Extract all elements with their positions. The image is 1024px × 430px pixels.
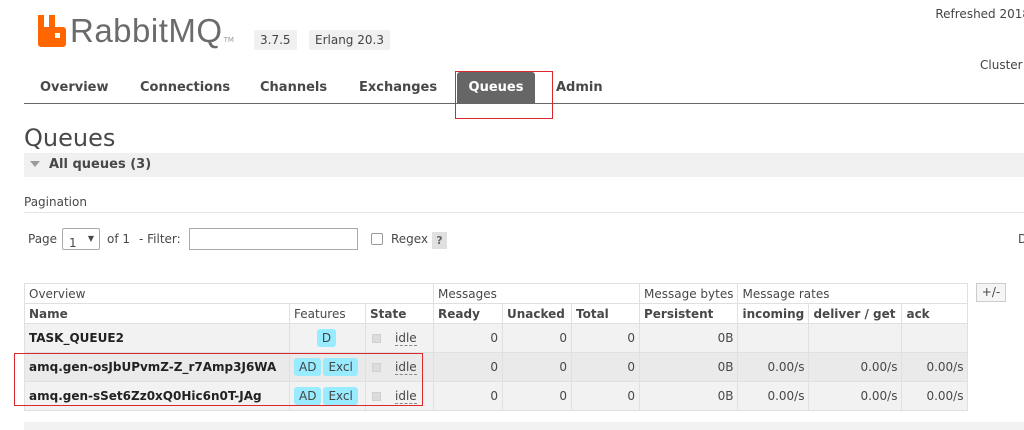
persistent-value: 0B xyxy=(638,381,739,411)
deliver-get-rate xyxy=(808,323,903,353)
page-select[interactable]: 1 ▼ xyxy=(62,228,100,250)
section-title: All queues (3) xyxy=(49,157,152,172)
ack-rate: 0.00/s xyxy=(901,352,969,382)
refreshed-timestamp: Refreshed 2018-0 xyxy=(935,7,1024,21)
temp-queues-highlight xyxy=(14,353,423,406)
columns-toggle-button[interactable]: +/- xyxy=(976,283,1006,302)
tab-exchanges[interactable]: Exchanges xyxy=(350,72,446,103)
state-indicator-icon xyxy=(372,334,381,343)
persistent-value: 0B xyxy=(638,352,739,382)
col-incoming[interactable]: incoming xyxy=(737,303,810,324)
col-ready[interactable]: Ready xyxy=(433,303,503,324)
col-deliver-get[interactable]: deliver / get xyxy=(808,303,903,324)
group-message-rates: Message rates xyxy=(737,283,969,304)
incoming-rate xyxy=(737,323,810,353)
tab-connections[interactable]: Connections xyxy=(131,72,239,103)
page-label: Page xyxy=(28,232,58,246)
deliver-get-rate: 0.00/s xyxy=(808,352,903,382)
state-value: idle xyxy=(395,331,417,346)
footer-bar xyxy=(24,422,1024,430)
rabbit-logo-icon xyxy=(37,15,66,47)
version-badge: 3.7.5 xyxy=(254,30,297,50)
page-select-value: 1 xyxy=(69,236,77,250)
queue-name-link[interactable]: TASK_QUEUE2 xyxy=(24,323,290,353)
table-row[interactable]: TASK_QUEUE2 D idle 0 0 0 0B xyxy=(24,323,969,353)
group-overview: Overview xyxy=(24,283,434,304)
total-value: 0 xyxy=(571,323,640,353)
deliver-get-rate: 0.00/s xyxy=(808,381,903,411)
incoming-rate: 0.00/s xyxy=(737,381,810,411)
logo-wordmark: RabbitMQ xyxy=(70,12,223,49)
col-persistent[interactable]: Persistent xyxy=(638,303,739,324)
collapse-triangle-icon xyxy=(30,161,40,167)
divider xyxy=(24,212,1024,213)
feature-durable-badge: D xyxy=(316,329,337,347)
tab-channels[interactable]: Channels xyxy=(251,72,336,103)
total-value: 0 xyxy=(571,381,640,411)
dropdown-arrow-icon: ▼ xyxy=(87,234,94,243)
filter-input[interactable] xyxy=(189,228,358,250)
truncated-label: D xyxy=(1018,232,1024,246)
regex-checkbox[interactable] xyxy=(371,233,383,245)
cluster-label: Cluster xyxy=(980,58,1023,72)
regex-help-icon[interactable]: ? xyxy=(432,232,447,249)
tab-admin[interactable]: Admin xyxy=(547,72,612,103)
incoming-rate: 0.00/s xyxy=(737,352,810,382)
col-total[interactable]: Total xyxy=(571,303,640,324)
filter-label: - Filter: xyxy=(139,232,181,246)
persistent-value: 0B xyxy=(638,323,739,353)
ready-value: 0 xyxy=(433,352,503,382)
col-state[interactable]: State xyxy=(365,303,434,324)
queues-tab-highlight xyxy=(455,71,553,119)
unacked-value: 0 xyxy=(502,352,572,382)
logo-trademark: TM xyxy=(223,36,234,44)
col-name[interactable]: Name xyxy=(24,303,290,324)
ready-value: 0 xyxy=(433,323,503,353)
all-queues-section-toggle[interactable]: All queues (3) xyxy=(24,153,1024,177)
group-message-bytes: Message bytes xyxy=(638,283,739,304)
group-messages: Messages xyxy=(433,283,640,304)
ack-rate: 0.00/s xyxy=(901,381,969,411)
page-count-label: of 1 xyxy=(107,232,131,246)
pagination-label: Pagination xyxy=(24,195,87,209)
col-unacked[interactable]: Unacked xyxy=(502,303,572,324)
erlang-version-badge: Erlang 20.3 xyxy=(309,30,390,50)
unacked-value: 0 xyxy=(502,323,572,353)
col-ack[interactable]: ack xyxy=(901,303,969,324)
tab-overview[interactable]: Overview xyxy=(31,72,118,103)
regex-label: Regex xyxy=(391,232,429,246)
unacked-value: 0 xyxy=(502,381,572,411)
ack-rate xyxy=(901,323,969,353)
ready-value: 0 xyxy=(433,381,503,411)
col-features: Features xyxy=(289,303,366,324)
total-value: 0 xyxy=(571,352,640,382)
rabbitmq-logo[interactable]: RabbitMQ TM xyxy=(36,14,234,48)
page-title: Queues xyxy=(24,124,116,152)
